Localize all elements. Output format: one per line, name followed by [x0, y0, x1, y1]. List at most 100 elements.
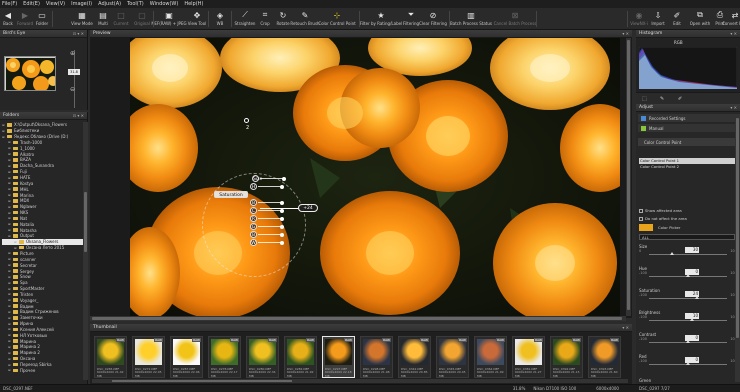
print-button[interactable]: ⎙ Print: [712, 8, 728, 30]
preview-hscrollbar[interactable]: [90, 316, 626, 321]
recorded-settings-row[interactable]: Recorded Settings: [638, 114, 738, 122]
expand-icon[interactable]: ⊞: [14, 240, 18, 244]
thumbnail-item[interactable]: RAW DSC_0345.NEF 6000x4000 20.45 MB: [436, 336, 469, 378]
thumbnail-item[interactable]: RAW DSC_0297.NEF 6000x4000 22.18 MB: [322, 336, 355, 378]
thumbnail-scrollbar[interactable]: [92, 379, 628, 383]
batch-status-button[interactable]: ▥ Batch Process Status: [450, 8, 492, 30]
menu-item-0[interactable]: File(F): [2, 1, 17, 7]
panel-buttons[interactable]: ▾ ✕: [730, 105, 740, 110]
thumbnail-item[interactable]: RAW DSC_0265.NEF 6000x4000 21.42 MB: [94, 336, 127, 378]
convert-files-button[interactable]: ⇄Convert Files: [722, 8, 740, 30]
expand-icon[interactable]: ⊞: [8, 228, 12, 232]
panel-buttons[interactable]: ⊡ ▾ ✕: [73, 31, 87, 36]
slider-contrast[interactable]: Contrast -100 100 0: [639, 332, 737, 344]
expand-icon[interactable]: ⊞: [8, 339, 12, 343]
mode-select[interactable]: ALL: [639, 234, 735, 240]
expand-icon[interactable]: ⊞: [14, 246, 18, 250]
zoom-slider[interactable]: [72, 50, 76, 110]
expand-icon[interactable]: ⊞: [8, 193, 12, 197]
edit-button[interactable]: ✐ Edit: [670, 8, 684, 30]
thumbnail-item[interactable]: RAW DSC_0278.NEF 6000x4000 22.17 MB: [208, 336, 241, 378]
slider-knob[interactable]: [686, 362, 690, 365]
color-control-point-1[interactable]: +24 Size H Saturation B C R G B W: [202, 173, 332, 277]
menu-item-6[interactable]: Window(W): [150, 1, 179, 7]
preview-scrollbar[interactable]: [626, 38, 631, 316]
zoom-in-icon[interactable]: ⊕: [70, 50, 75, 57]
expand-icon[interactable]: ⊞: [8, 287, 12, 291]
expand-icon[interactable]: ⊞: [8, 146, 12, 150]
expand-icon[interactable]: ⊞: [8, 187, 12, 191]
slider-brightness[interactable]: Brightness -100 100 10: [639, 310, 737, 322]
panel-buttons[interactable]: ⊡ ▾ ✕: [73, 113, 87, 118]
tool-icon-3[interactable]: ✐: [678, 96, 682, 102]
cancel-batch-button[interactable]: ⊠ Cancel Batch Process: [494, 8, 537, 30]
folder-item[interactable]: ⊞ Прочее: [2, 367, 86, 373]
slider-red[interactable]: Red -100 100 0: [639, 354, 737, 366]
color-picker-swatch[interactable]: [639, 224, 653, 231]
forward-arrow-button[interactable]: ▶ Forward: [17, 8, 33, 30]
manual-row[interactable]: Manual: [638, 124, 738, 132]
control-point-2-marker[interactable]: [244, 118, 249, 123]
slider-knob[interactable]: [686, 274, 690, 277]
clear-filter-button[interactable]: ⊘ Clear Filtering: [419, 8, 447, 30]
expand-icon[interactable]: ⊞: [2, 135, 6, 139]
crop-button[interactable]: ⌗ Crop: [256, 8, 274, 30]
filter-button[interactable]: ⏷ Filtering: [402, 8, 420, 30]
slider-track[interactable]: [649, 254, 727, 255]
original-button[interactable]: ▢ Original: [133, 8, 151, 30]
rotate-button[interactable]: ↻ Rotate: [275, 8, 291, 30]
ccp-slider-b[interactable]: B: [250, 199, 257, 206]
ccp-slider-h[interactable]: H: [250, 183, 257, 190]
slider-track[interactable]: [649, 320, 727, 321]
expand-icon[interactable]: ⊞: [8, 181, 12, 185]
expand-icon[interactable]: ⊞: [8, 251, 12, 255]
expand-icon[interactable]: ⊞: [8, 292, 12, 296]
panel-buttons[interactable]: ▾ ✕: [622, 31, 632, 36]
slider-value-input[interactable]: 30: [685, 247, 699, 253]
expand-icon[interactable]: ⊞: [2, 129, 6, 133]
folder-button[interactable]: ▭ Folder: [35, 8, 49, 30]
folders-scrollbar[interactable]: [83, 122, 88, 380]
ccp-slider-size[interactable]: Size: [252, 175, 262, 182]
thumbnail-item[interactable]: RAW DSC_0342.NEF 6000x4000 20.85 MB: [398, 336, 431, 378]
ccp-slider-knob[interactable]: [280, 208, 284, 213]
expand-icon[interactable]: ⊞: [8, 322, 12, 326]
expand-icon[interactable]: ⊞: [8, 310, 12, 314]
nef-jpeg-button[interactable]: ▣ NEF(RAW) + JPEG: [151, 8, 186, 30]
thumbnail-item[interactable]: RAW DSC_0272.NEF 6000x4000 22.05 MB: [132, 336, 165, 378]
straighten-button[interactable]: ⟋ Straighten: [234, 8, 256, 30]
star-filter-button[interactable]: ★ Filter by Rating/Label: [360, 8, 402, 30]
ccp-slider-c[interactable]: C: [250, 207, 257, 214]
expand-icon[interactable]: ⊞: [8, 327, 12, 331]
panel-buttons[interactable]: ▾ ✕: [622, 325, 632, 330]
tool-icon-1[interactable]: ⬚: [642, 96, 647, 102]
color-control-point-button[interactable]: ⊹ Color Control Point: [318, 8, 355, 30]
expand-icon[interactable]: ⊞: [8, 263, 12, 267]
expand-icon[interactable]: ⊞: [8, 304, 12, 308]
ccp-slider-w[interactable]: W: [250, 239, 257, 246]
menu-item-7[interactable]: Help(H): [184, 1, 203, 7]
expand-icon[interactable]: ⊞: [8, 170, 12, 174]
thumbnail-item[interactable]: RAW DSC_0362.NEF 6000x4000 21.09 MB: [474, 336, 507, 378]
expand-icon[interactable]: ⊞: [8, 298, 12, 302]
thumbnail-item[interactable]: RAW DSC_0280.NEF 6000x4000 22.34 MB: [246, 336, 279, 378]
zoom-value[interactable]: 31.8: [68, 69, 80, 75]
expand-icon[interactable]: ⊞: [8, 368, 12, 372]
import-button[interactable]: ⇩ Import: [650, 8, 666, 30]
expand-icon[interactable]: ⊞: [8, 140, 12, 144]
thumbnail-item[interactable]: RAW DSC_0287.NEF 6000x4000 22.06 MB: [170, 336, 203, 378]
slider-track[interactable]: [649, 298, 727, 299]
slider-knob[interactable]: [689, 318, 694, 321]
expand-icon[interactable]: ⊞: [8, 222, 12, 226]
birds-eye-thumbnail[interactable]: [4, 56, 56, 91]
thumbnail-item[interactable]: RAW DSC_0393.NEF 6000x4000 21.60 MB: [588, 336, 621, 378]
thumbnail-item[interactable]: RAW DSC_0298.NEF 6000x4000 21.98 MB: [360, 336, 393, 378]
current-button[interactable]: □ Current: [113, 8, 129, 30]
view-tool-button[interactable]: ✥ View Tool: [187, 8, 207, 30]
expand-icon[interactable]: ⊞: [8, 211, 12, 215]
white-balance-button[interactable]: ◈ WB: [214, 8, 226, 30]
ccp-slider-g[interactable]: G: [250, 223, 257, 230]
zoom-out-icon[interactable]: ⊖: [70, 86, 75, 93]
view-mode-button[interactable]: ▦ View Mode: [71, 8, 93, 30]
expand-icon[interactable]: ⊞: [8, 281, 12, 285]
